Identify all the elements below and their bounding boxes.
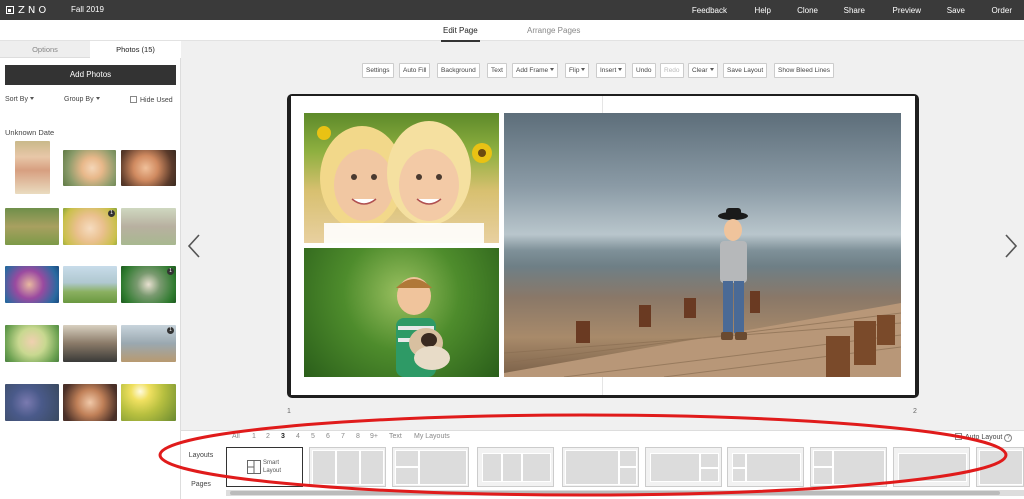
flip-label: Flip [569,67,580,74]
project-name[interactable]: Fall 2019 [71,5,104,14]
next-page-arrow-icon[interactable] [1004,234,1018,258]
photo-thumbnail[interactable] [63,266,117,303]
photo-thumbnail[interactable] [63,384,117,421]
help-button[interactable]: Help [755,6,771,15]
clear-label: Clear [692,67,708,74]
sisters-illustration [317,121,492,243]
previous-page-arrow-icon[interactable] [187,234,201,258]
photo-thumbnail[interactable] [15,141,50,194]
show-bleed-lines-button[interactable]: Show Bleed Lines [774,63,835,78]
photo-thumbnail[interactable] [5,208,59,245]
insert-label: Insert [600,67,617,74]
date-group-label: Unknown Date [5,128,55,137]
pier-illustration [504,208,901,377]
feedback-button[interactable]: Feedback [692,6,727,15]
tab-options[interactable]: Options [0,41,90,58]
tab-photos[interactable]: Photos (15) [90,41,181,58]
boy-dog-illustration [396,277,450,377]
text-button[interactable]: Text [487,63,507,78]
usage-badge: 1 [167,327,174,334]
top-bar: ZNO Fall 2019 Feedback Help Clone Share … [0,0,1024,20]
save-button[interactable]: Save [947,6,965,15]
logo-text: ZNO [18,4,50,16]
hide-used-label: Hide Used [140,97,173,104]
save-layout-button[interactable]: Save Layout [723,63,768,78]
order-button[interactable]: Order [992,6,1012,15]
chevron-down-icon [581,68,586,71]
background-button[interactable]: Background [437,63,480,78]
group-by-dropdown[interactable]: Group By [64,96,100,103]
clone-button[interactable]: Clone [797,6,818,15]
photo-thumbnail[interactable] [121,150,176,186]
checkbox-icon [130,96,137,103]
auto-fill-button[interactable]: Auto Fill [399,63,431,78]
settings-button[interactable]: Settings [362,63,394,78]
boy-on-pier-photo[interactable] [504,113,901,377]
tab-arrange-pages[interactable]: Arrange Pages [527,26,580,35]
undo-button[interactable]: Undo [632,63,656,78]
photo-thumbnail[interactable] [5,384,59,421]
chevron-down-icon [709,68,714,71]
chevron-down-icon [618,68,623,71]
add-frame-label: Add Frame [516,67,549,74]
photo-thumbnail[interactable] [121,208,176,245]
usage-badge: 1 [167,268,174,275]
logo-mark-icon [6,6,14,14]
two-sisters-photo[interactable] [304,113,499,243]
tab-edit-page[interactable]: Edit Page [441,26,480,42]
photo-thumbnail[interactable] [63,325,117,362]
flip-dropdown[interactable]: Flip [565,63,590,78]
photo-thumbnail[interactable]: 1 [121,325,176,362]
group-by-label: Group By [64,96,94,103]
sort-by-dropdown[interactable]: Sort By [5,96,34,103]
share-button[interactable]: Share [844,6,865,15]
insert-dropdown[interactable]: Insert [596,63,627,78]
hide-used-checkbox[interactable]: Hide Used [130,96,173,104]
photo-thumbnail[interactable]: 1 [63,208,117,245]
zno-logo[interactable]: ZNO [6,4,49,16]
chevron-down-icon [550,68,555,71]
photo-thumbnail[interactable]: 1 [121,266,176,303]
sort-by-label: Sort By [5,96,28,103]
editor-tab-bar: Edit Page Arrange Pages [0,20,1024,42]
photo-thumbnail[interactable] [5,325,59,362]
redo-button[interactable]: Redo [660,63,684,78]
photo-thumbnail[interactable] [63,150,116,186]
add-photos-button[interactable]: Add Photos [5,65,176,85]
photo-thumbnail[interactable] [5,266,59,303]
preview-button[interactable]: Preview [893,6,921,15]
chevron-down-icon [29,97,34,100]
boy-with-dog-photo[interactable] [304,248,499,377]
add-frame-dropdown[interactable]: Add Frame [512,63,559,78]
annotation-ellipse [158,413,1008,497]
clear-dropdown[interactable]: Clear [688,63,718,78]
chevron-down-icon [95,97,100,100]
usage-badge: 1 [108,210,115,217]
